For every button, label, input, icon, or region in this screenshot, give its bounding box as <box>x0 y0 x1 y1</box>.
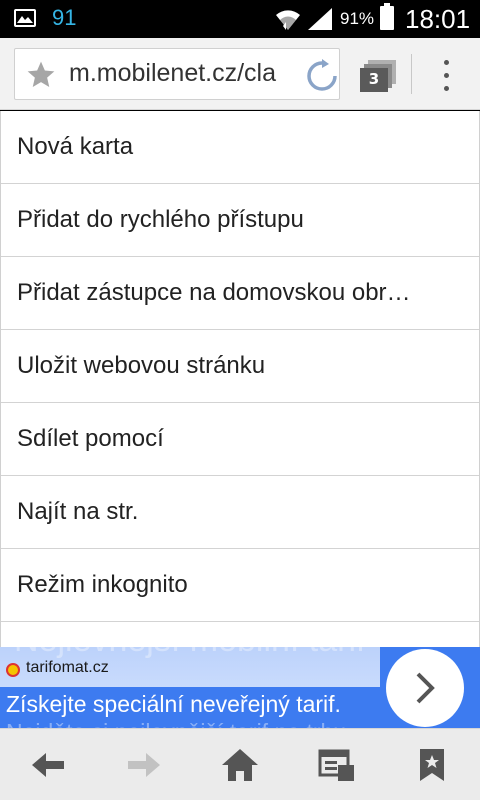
status-bar: 91 91% 18:01 <box>0 0 480 38</box>
menu-item-incognito[interactable]: Režim inkognito <box>1 549 479 622</box>
reload-icon[interactable] <box>305 59 339 93</box>
tab-count[interactable]: 3 <box>362 67 386 91</box>
star-icon[interactable] <box>25 59 57 91</box>
battery-icon <box>380 3 394 30</box>
url-text[interactable]: m.mobilenet.cz/cla <box>69 59 305 88</box>
menu-item-label: Přidat do rychlého přístupu <box>17 206 304 233</box>
ad-source[interactable]: tarifomat.cz <box>26 659 109 677</box>
address-bar[interactable]: m.mobilenet.cz/cla <box>14 48 340 100</box>
menu-item-label: Najít na str. <box>17 498 139 525</box>
menu-item-add-speed-dial[interactable]: Přidat do rychlého přístupu <box>1 184 479 257</box>
menu-item-share[interactable]: Sdílet pomocí <box>1 403 479 476</box>
ad-text-partial: Najděte si nejlevnější tarif na trhu <box>6 719 346 728</box>
menu-item-add-shortcut[interactable]: Přidat zástupce na domovskou obr… <box>1 257 479 330</box>
home-icon[interactable] <box>220 747 260 783</box>
forward-arrow-icon[interactable] <box>124 747 164 783</box>
menu-item-find-in-page[interactable]: Najít na str. <box>1 476 479 549</box>
gallery-icon <box>14 9 36 27</box>
menu-item-label: Uložit webovou stránku <box>17 352 266 379</box>
wifi-icon <box>276 10 300 30</box>
overflow-menu-icon[interactable] <box>432 56 462 96</box>
menu-item-label: Sdílet pomocí <box>17 425 164 452</box>
menu-item-label: Nová karta <box>17 133 134 160</box>
overflow-menu: Nová karta Přidat do rychlého přístupu P… <box>0 111 480 647</box>
menu-item-label: Režim inkognito <box>17 571 188 598</box>
battery-percent: 91% <box>340 9 375 28</box>
ad-text[interactable]: Získejte speciální neveřejný tarif. <box>6 691 341 718</box>
signal-icon <box>308 8 332 30</box>
menu-item-new-tab[interactable]: Nová karta <box>1 111 479 184</box>
toolbar-divider <box>411 54 412 94</box>
ad-banner[interactable]: Nejlevnější mobilní tarif tarifomat.cz Z… <box>0 647 480 728</box>
back-arrow-icon[interactable] <box>28 747 68 783</box>
notification-count: 91 <box>52 5 77 30</box>
menu-item-save-page[interactable]: Uložit webovou stránku <box>1 330 479 403</box>
browser-toolbar: m.mobilenet.cz/cla 3 <box>0 38 480 110</box>
ad-source-icon <box>6 663 20 677</box>
chevron-right-icon <box>416 672 435 704</box>
ad-arrow-button[interactable] <box>386 649 464 727</box>
menu-item-label: Přidat zástupce na domovskou obr… <box>17 279 411 306</box>
bottom-navigation <box>0 728 480 800</box>
bookmarks-icon[interactable] <box>412 747 452 783</box>
saved-pages-icon[interactable] <box>316 747 356 783</box>
clock: 18:01 <box>405 4 471 34</box>
